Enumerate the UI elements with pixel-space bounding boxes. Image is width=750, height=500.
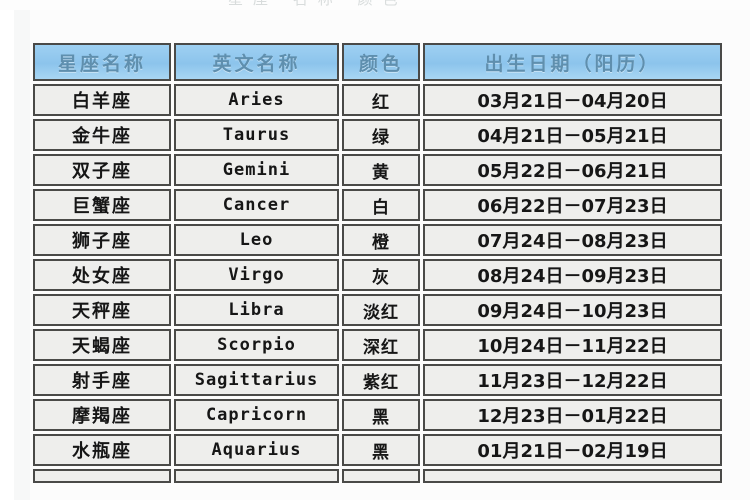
column-header-date-range: 出生日期（阳历）: [423, 43, 722, 81]
cell-cn-name: 巨蟹座: [33, 189, 171, 221]
cell-en-name: Leo: [174, 224, 339, 256]
cell-en-name: Gemini: [174, 154, 339, 186]
header-row: 星座名称 英文名称 颜色 出生日期（阳历）: [33, 43, 722, 81]
cell-cn-name: 水瓶座: [33, 434, 171, 466]
cell-date-range: 11月23日－12月22日: [423, 364, 722, 396]
cell-color: 黑: [342, 399, 420, 431]
cell-cn-name: 白羊座: [33, 84, 171, 116]
cell-date-range: 08月24日－09月23日: [423, 259, 722, 291]
cell-color: 红: [342, 84, 420, 116]
cell-color: 白: [342, 189, 420, 221]
table-row: 狮子座 Leo 橙 07月24日－08月23日: [33, 224, 722, 256]
cell-color: 紫红: [342, 364, 420, 396]
cell-date-range: 01月21日－02月19日: [423, 434, 722, 466]
table-row: 金牛座 Taurus 绿 04月21日－05月21日: [33, 119, 722, 151]
table-row: 处女座 Virgo 灰 08月24日－09月23日: [33, 259, 722, 291]
cell-en-name: Aquarius: [174, 434, 339, 466]
column-header-color: 颜色: [342, 43, 420, 81]
cell-cn-name: 处女座: [33, 259, 171, 291]
cell-color: 绿: [342, 119, 420, 151]
table-row: 双子座 Gemini 黄 05月22日－06月21日: [33, 154, 722, 186]
cell-en-name: Aries: [174, 84, 339, 116]
cell-cn-name: 双子座: [33, 154, 171, 186]
table-row-clipped: [33, 469, 722, 483]
cell-color: 淡红: [342, 294, 420, 326]
cell-date-range: 06月22日－07月23日: [423, 189, 722, 221]
cell-color: 黑: [342, 434, 420, 466]
cell-cn-name: 狮子座: [33, 224, 171, 256]
cell-date-range: 05月22日－06月21日: [423, 154, 722, 186]
cell-en-name-clipped: [174, 469, 339, 483]
clipped-text-ghost: 星座 名称 颜色: [228, 0, 408, 9]
table-header: 星座名称 英文名称 颜色 出生日期（阳历）: [33, 43, 722, 81]
table-row: 天蝎座 Scorpio 深红 10月24日－11月22日: [33, 329, 722, 361]
cell-cn-name: 摩羯座: [33, 399, 171, 431]
zodiac-table: 星座名称 英文名称 颜色 出生日期（阳历） 白羊座 Aries 红 03月21日…: [30, 40, 725, 486]
zodiac-table-container: 星座名称 英文名称 颜色 出生日期（阳历） 白羊座 Aries 红 03月21日…: [30, 40, 722, 486]
clipped-top-text-strip: 星座 名称 颜色: [0, 0, 750, 10]
cell-color: 橙: [342, 224, 420, 256]
cell-en-name: Virgo: [174, 259, 339, 291]
page-background: 星座 名称 颜色 星座名称 英文名称 颜色 出生日期（阳历） 白羊座: [0, 0, 750, 500]
column-header-en-name: 英文名称: [174, 43, 339, 81]
table-body: 白羊座 Aries 红 03月21日－04月20日 金牛座 Taurus 绿 0…: [33, 84, 722, 483]
table-row: 巨蟹座 Cancer 白 06月22日－07月23日: [33, 189, 722, 221]
cell-color: 黄: [342, 154, 420, 186]
cell-date-range: 03月21日－04月20日: [423, 84, 722, 116]
table-row: 白羊座 Aries 红 03月21日－04月20日: [33, 84, 722, 116]
cell-cn-name-clipped: [33, 469, 171, 483]
cell-cn-name: 天秤座: [33, 294, 171, 326]
cell-en-name: Cancer: [174, 189, 339, 221]
table-row: 射手座 Sagittarius 紫红 11月23日－12月22日: [33, 364, 722, 396]
cell-cn-name: 射手座: [33, 364, 171, 396]
cell-en-name: Capricorn: [174, 399, 339, 431]
cell-date-range: 07月24日－08月23日: [423, 224, 722, 256]
cell-date-range: 09月24日－10月23日: [423, 294, 722, 326]
cell-color: 灰: [342, 259, 420, 291]
cell-date-range: 10月24日－11月22日: [423, 329, 722, 361]
cell-color: 深红: [342, 329, 420, 361]
cell-cn-name: 金牛座: [33, 119, 171, 151]
cell-date-range: 12月23日－01月22日: [423, 399, 722, 431]
table-row: 摩羯座 Capricorn 黑 12月23日－01月22日: [33, 399, 722, 431]
cell-color-clipped: [342, 469, 420, 483]
cell-date-range-clipped: [423, 469, 722, 483]
cell-cn-name: 天蝎座: [33, 329, 171, 361]
table-row: 天秤座 Libra 淡红 09月24日－10月23日: [33, 294, 722, 326]
table-row: 水瓶座 Aquarius 黑 01月21日－02月19日: [33, 434, 722, 466]
cell-en-name: Taurus: [174, 119, 339, 151]
cell-date-range: 04月21日－05月21日: [423, 119, 722, 151]
cell-en-name: Libra: [174, 294, 339, 326]
cell-en-name: Sagittarius: [174, 364, 339, 396]
column-header-cn-name: 星座名称: [33, 43, 171, 81]
cell-en-name: Scorpio: [174, 329, 339, 361]
